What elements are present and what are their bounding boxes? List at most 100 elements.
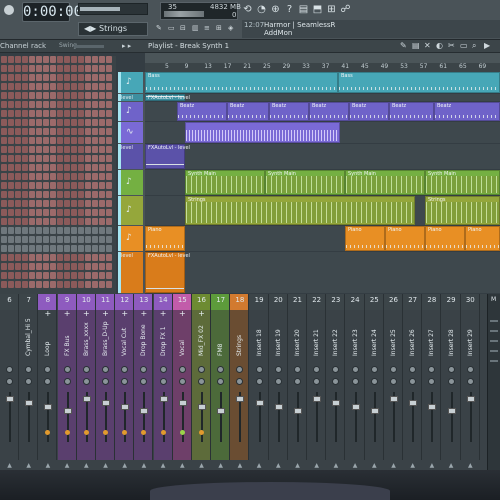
step-button[interactable] (71, 92, 77, 99)
step-button[interactable] (99, 164, 105, 171)
add-effect-icon[interactable]: + (194, 309, 209, 318)
step-button[interactable] (1, 101, 7, 108)
step-button[interactable] (99, 74, 105, 81)
route-arrow-icon[interactable]: ▲ (424, 462, 439, 469)
step-button[interactable] (64, 137, 70, 144)
pan-knob[interactable] (159, 366, 167, 373)
step-button[interactable] (22, 137, 28, 144)
pan-knob[interactable] (466, 366, 474, 373)
step-button[interactable] (1, 92, 7, 99)
step-button[interactable] (57, 128, 63, 135)
step-button[interactable] (36, 92, 42, 99)
step-button[interactable] (78, 281, 84, 288)
step-button[interactable] (50, 128, 56, 135)
step-button[interactable] (1, 263, 7, 270)
step-button[interactable] (78, 209, 84, 216)
step-button[interactable] (57, 254, 63, 261)
step-button[interactable] (85, 83, 91, 90)
mute-tool-icon[interactable]: ◐ (436, 41, 443, 50)
step-button[interactable] (1, 236, 7, 243)
route-arrow-icon[interactable]: ▲ (136, 462, 151, 469)
step-button[interactable] (29, 200, 35, 207)
step-button[interactable] (22, 92, 28, 99)
step-button[interactable] (57, 56, 63, 63)
step-button[interactable] (1, 83, 7, 90)
volume-fader[interactable] (428, 404, 437, 410)
song-time-display[interactable]: 0:00:00 (22, 2, 82, 22)
step-button[interactable] (15, 272, 21, 279)
stereo-knob[interactable] (255, 378, 263, 385)
stereo-knob[interactable] (370, 378, 378, 385)
step-button[interactable] (57, 101, 63, 108)
step-button[interactable] (36, 164, 42, 171)
step-button[interactable] (29, 236, 35, 243)
add-effect-icon[interactable]: + (136, 309, 151, 318)
step-button[interactable] (29, 146, 35, 153)
step-button[interactable] (8, 254, 14, 261)
step-button[interactable] (43, 164, 49, 171)
step-button[interactable] (29, 164, 35, 171)
track-lane-beatz[interactable]: Beatz Beatz Beatz Beatz Beatz Beatz Beatz (145, 102, 500, 121)
step-button[interactable] (8, 227, 14, 234)
step-button[interactable] (8, 83, 14, 90)
step-button[interactable] (43, 227, 49, 234)
step-button[interactable] (29, 56, 35, 63)
step-button[interactable] (85, 92, 91, 99)
route-arrow-icon[interactable]: ▲ (117, 462, 132, 469)
step-button[interactable] (29, 119, 35, 126)
step-button[interactable] (36, 191, 42, 198)
step-button[interactable] (92, 92, 98, 99)
step-button[interactable] (85, 191, 91, 198)
step-button[interactable] (1, 281, 7, 288)
tempo-icon[interactable]: ⊕ (270, 3, 281, 16)
step-button[interactable] (71, 182, 77, 189)
step-button[interactable] (29, 281, 35, 288)
step-button[interactable] (92, 218, 98, 225)
volume-fader[interactable] (140, 408, 149, 414)
playlist-clip[interactable]: Beatz (349, 102, 389, 121)
step-button[interactable] (36, 137, 42, 144)
step-button[interactable] (71, 218, 77, 225)
step-button[interactable] (92, 65, 98, 72)
step-button[interactable] (71, 236, 77, 243)
step-button[interactable] (64, 83, 70, 90)
step-button[interactable] (64, 182, 70, 189)
step-button[interactable] (99, 65, 105, 72)
step-button[interactable] (22, 173, 28, 180)
step-button[interactable] (15, 155, 21, 162)
route-arrow-icon[interactable]: ▲ (252, 462, 267, 469)
step-button[interactable] (106, 65, 112, 72)
pan-knob[interactable] (6, 366, 13, 373)
step-button[interactable] (106, 119, 112, 126)
step-button[interactable] (106, 155, 112, 162)
pan-knob[interactable] (255, 366, 263, 373)
track-lane-piano-level[interactable]: FXAutoLvl - level (145, 252, 500, 293)
step-button[interactable] (29, 263, 35, 270)
step-button[interactable] (92, 200, 98, 207)
step-button[interactable] (36, 182, 42, 189)
step-button[interactable] (43, 119, 49, 126)
volume-fader[interactable] (236, 396, 245, 402)
step-button[interactable] (78, 254, 84, 261)
step-button[interactable] (64, 155, 70, 162)
step-button[interactable] (8, 209, 14, 216)
stereo-knob[interactable] (294, 378, 301, 385)
step-button[interactable] (92, 227, 98, 234)
step-button[interactable] (106, 272, 112, 279)
step-button[interactable] (36, 155, 42, 162)
step-button[interactable] (64, 173, 70, 180)
step-button[interactable] (15, 218, 21, 225)
step-button[interactable] (85, 164, 91, 171)
step-button[interactable] (8, 164, 14, 171)
step-button[interactable] (1, 110, 7, 117)
step-button[interactable] (57, 155, 63, 162)
step-button[interactable] (43, 128, 49, 135)
route-arrow-icon[interactable]: ▲ (156, 462, 171, 469)
step-button[interactable] (64, 56, 70, 63)
step-button[interactable] (43, 200, 49, 207)
step-button[interactable] (1, 209, 7, 216)
step-button[interactable] (22, 245, 28, 252)
add-effect-icon[interactable]: + (175, 309, 190, 318)
volume-fader[interactable] (159, 396, 168, 402)
playlist-clip[interactable]: Beatz (269, 102, 309, 121)
